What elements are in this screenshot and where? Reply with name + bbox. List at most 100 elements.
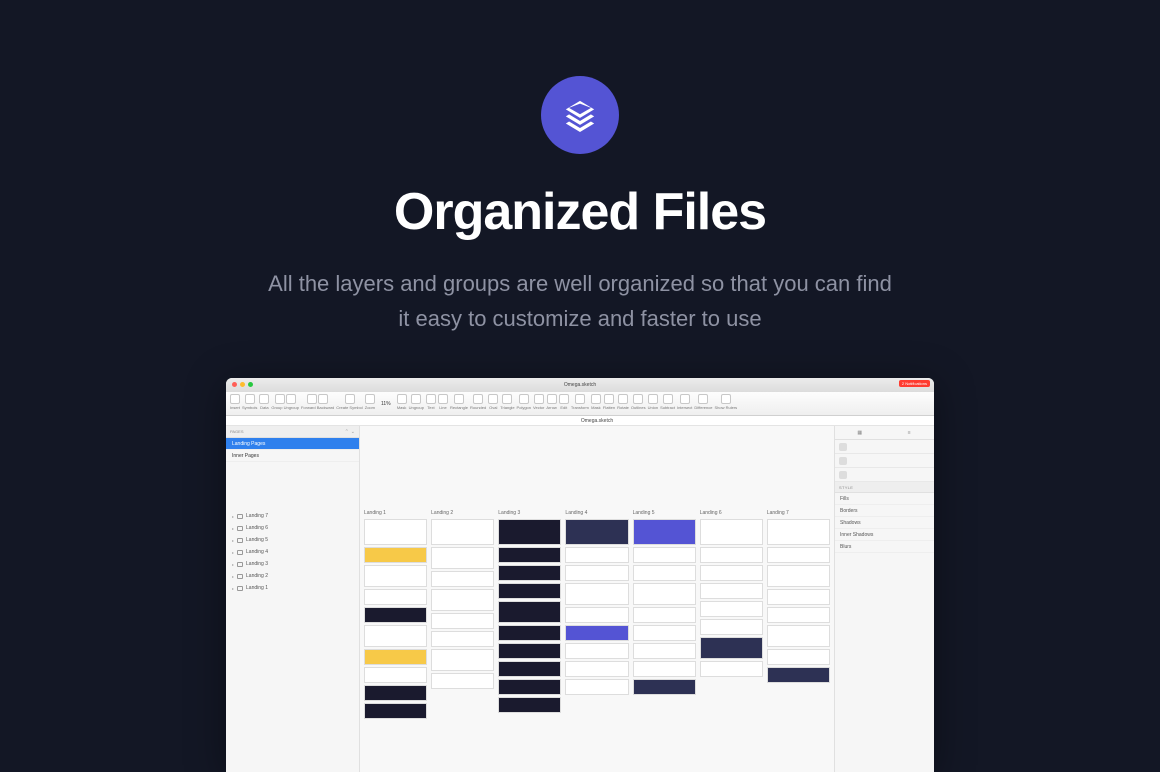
layer-item-landing-5[interactable]: Landing 5 bbox=[226, 534, 359, 546]
artboard-landing-7[interactable]: Landing 7 bbox=[767, 510, 830, 719]
inspector-prop-inner-shadows[interactable]: Inner Shadows bbox=[835, 529, 934, 541]
toolbar-button[interactable] bbox=[488, 394, 498, 404]
toolbar-label: Arrow bbox=[546, 405, 556, 410]
page-section bbox=[364, 607, 427, 623]
toolbar-button[interactable] bbox=[318, 394, 328, 404]
toolbar-button[interactable] bbox=[365, 394, 375, 404]
toolbar-button[interactable] bbox=[438, 394, 448, 404]
page-section bbox=[565, 661, 628, 677]
toolbar-button[interactable] bbox=[534, 394, 544, 404]
layer-item-landing-1[interactable]: Landing 1 bbox=[226, 582, 359, 594]
toolbar-button[interactable] bbox=[411, 394, 421, 404]
page-section bbox=[700, 661, 763, 677]
artboard-landing-6[interactable]: Landing 6 bbox=[700, 510, 763, 719]
inspector-tabs: ▦ ≡ bbox=[835, 426, 934, 440]
page-section bbox=[431, 519, 494, 545]
toolbar-button[interactable] bbox=[663, 394, 673, 404]
toolbar-group-vector: Vector bbox=[533, 394, 544, 410]
page-item-landing-pages[interactable]: Landing Pages bbox=[226, 438, 359, 450]
toolbar-button[interactable] bbox=[648, 394, 658, 404]
toolbar-zoom-value[interactable]: 11% bbox=[377, 401, 395, 407]
notification-badge[interactable]: 2 Notifications bbox=[899, 380, 930, 387]
inspector-prototype-row[interactable] bbox=[835, 454, 934, 468]
toolbar-label: Outlines bbox=[631, 405, 646, 410]
inspector-settings-row[interactable] bbox=[835, 468, 934, 482]
page-item-inner-pages[interactable]: Inner Pages bbox=[226, 450, 359, 462]
layer-item-landing-4[interactable]: Landing 4 bbox=[226, 546, 359, 558]
toolbar-button[interactable] bbox=[230, 394, 240, 404]
toolbar-button[interactable] bbox=[604, 394, 614, 404]
page-section bbox=[767, 519, 830, 545]
toolbar-label: Subtract bbox=[660, 405, 675, 410]
page-section bbox=[431, 571, 494, 587]
toolbar-button[interactable] bbox=[721, 394, 731, 404]
artboard-icon bbox=[237, 538, 243, 543]
toolbar-group-insert: Insert bbox=[230, 394, 240, 410]
page-section bbox=[498, 547, 561, 563]
toolbar-button[interactable] bbox=[618, 394, 628, 404]
toolbar-button[interactable] bbox=[245, 394, 255, 404]
toolbar-group-data: Data bbox=[259, 394, 269, 410]
toolbar-button[interactable] bbox=[397, 394, 407, 404]
page-section bbox=[431, 649, 494, 671]
toolbar-button[interactable] bbox=[259, 394, 269, 404]
toolbar-button[interactable] bbox=[502, 394, 512, 404]
toolbar-button[interactable] bbox=[426, 394, 436, 404]
toolbar-button[interactable] bbox=[633, 394, 643, 404]
artboard-landing-1[interactable]: Landing 1 bbox=[364, 510, 427, 719]
canvas-title: Omega.sketch bbox=[360, 418, 834, 424]
toolbar-label: Group Ungroup bbox=[271, 405, 299, 410]
layer-item-landing-2[interactable]: Landing 2 bbox=[226, 570, 359, 582]
page-section bbox=[700, 519, 763, 545]
inspector-prop-blurs[interactable]: Blurs bbox=[835, 541, 934, 553]
toolbar-button[interactable] bbox=[473, 394, 483, 404]
toolbar-label: Rotate bbox=[617, 405, 629, 410]
page-section bbox=[565, 547, 628, 563]
page-section bbox=[767, 625, 830, 647]
inspector-prop-fills[interactable]: Fills bbox=[835, 493, 934, 505]
window-minimize-button[interactable] bbox=[240, 382, 245, 387]
toolbar-button[interactable] bbox=[454, 394, 464, 404]
artboard-landing-4[interactable]: Landing 4 bbox=[565, 510, 628, 719]
toolbar-button[interactable] bbox=[591, 394, 601, 404]
window-close-button[interactable] bbox=[232, 382, 237, 387]
pages-expand-icon[interactable]: ⌄ bbox=[351, 429, 355, 435]
inspector-tab-align[interactable]: ▦ bbox=[835, 426, 885, 439]
inspector-prop-borders[interactable]: Borders bbox=[835, 505, 934, 517]
toolbar-button[interactable] bbox=[680, 394, 690, 404]
page-section bbox=[633, 519, 696, 545]
artboard-landing-2[interactable]: Landing 2 bbox=[431, 510, 494, 719]
toolbar-group-forward-backward: Forward Backward bbox=[301, 394, 334, 410]
toolbar-button[interactable] bbox=[519, 394, 529, 404]
page-section bbox=[700, 583, 763, 599]
page-section bbox=[633, 643, 696, 659]
pages-collapse-icon[interactable]: ⌃ bbox=[345, 429, 349, 435]
inspector-prop-shadows[interactable]: Shadows bbox=[835, 517, 934, 529]
layer-item-landing-3[interactable]: Landing 3 bbox=[226, 558, 359, 570]
toolbar-group-intersect: Intersect bbox=[677, 394, 692, 410]
page-section bbox=[767, 607, 830, 623]
page-section bbox=[767, 565, 830, 587]
inspector-tab-distribute[interactable]: ≡ bbox=[885, 426, 935, 439]
artboard-landing-5[interactable]: Landing 5 bbox=[633, 510, 696, 719]
toolbar-button[interactable] bbox=[559, 394, 569, 404]
toolbar-button[interactable] bbox=[575, 394, 585, 404]
toolbar-button[interactable] bbox=[286, 394, 296, 404]
toolbar-button[interactable] bbox=[275, 394, 285, 404]
toolbar-button[interactable] bbox=[345, 394, 355, 404]
page-section bbox=[565, 519, 628, 545]
toolbar-button[interactable] bbox=[307, 394, 317, 404]
inspector-export-row[interactable] bbox=[835, 440, 934, 454]
canvas-area[interactable]: Landing 1Landing 2Landing 3Landing 4Land… bbox=[360, 426, 834, 772]
toolbar-label: Oval bbox=[489, 405, 497, 410]
toolbar-label: Transform bbox=[571, 405, 589, 410]
page-section bbox=[700, 619, 763, 635]
page-section bbox=[364, 547, 427, 563]
window-maximize-button[interactable] bbox=[248, 382, 253, 387]
layer-item-landing-6[interactable]: Landing 6 bbox=[226, 522, 359, 534]
layer-item-landing-7[interactable]: Landing 7 bbox=[226, 510, 359, 522]
toolbar-button[interactable] bbox=[547, 394, 557, 404]
toolbar-button[interactable] bbox=[698, 394, 708, 404]
artboard-landing-3[interactable]: Landing 3 bbox=[498, 510, 561, 719]
layer-label: Landing 5 bbox=[246, 537, 268, 543]
